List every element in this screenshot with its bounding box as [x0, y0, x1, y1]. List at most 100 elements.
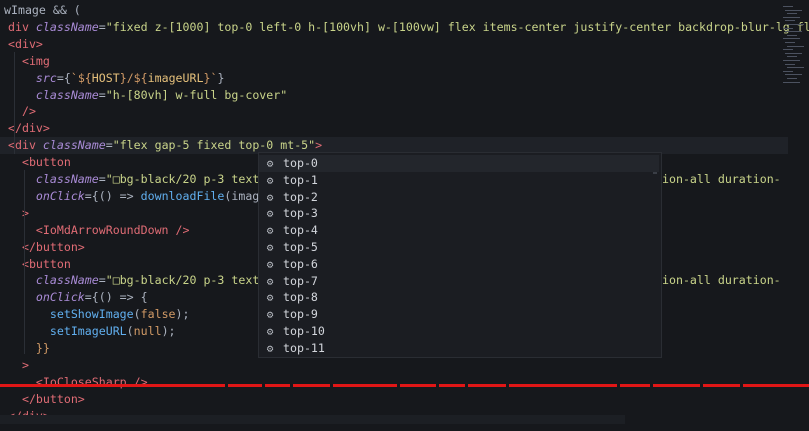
code-token: className: [42, 138, 106, 153]
gear-icon: ⚙: [266, 224, 274, 238]
code-line[interactable]: <div>: [0, 36, 43, 53]
autocomplete-item[interactable]: ⚙ top-0: [259, 155, 659, 172]
code-line[interactable]: setShowImage(false);: [0, 306, 190, 323]
code-token: (: [133, 307, 141, 322]
code-token: );: [161, 324, 176, 339]
code-line[interactable]: <IoMdArrowRoundDown />: [0, 222, 190, 239]
progress-line: [0, 384, 809, 387]
progress-line-gap: [330, 384, 333, 387]
code-token: ={() =>: [84, 188, 141, 203]
code-token: );: [175, 307, 190, 322]
minimap-line: [783, 60, 800, 61]
minimap-line: [787, 45, 804, 47]
minimap-line: [787, 13, 797, 15]
code-token: className: [8, 172, 99, 186]
gear-icon: ⚙: [266, 190, 274, 204]
autocomplete-label: top-1: [283, 172, 318, 187]
code-token: =: [105, 138, 113, 153]
code-line[interactable]: className="□bg-black/20 p-3 text: [0, 171, 259, 188]
code-token: }/${: [119, 70, 148, 85]
code-line[interactable]: <button: [0, 256, 71, 273]
indent-guide: [14, 52, 15, 154]
autocomplete-item[interactable]: ⚙ top-8: [259, 289, 659, 306]
autocomplete-item[interactable]: ⚙ top-5: [259, 239, 659, 256]
code-token: onClick: [8, 290, 85, 305]
code-token: "h-[80vh] w-full bg-cover": [105, 87, 288, 102]
code-token: />: [8, 104, 36, 119]
code-line[interactable]: >: [0, 357, 29, 374]
code-line[interactable]: onClick={() => {: [0, 289, 148, 306]
autocomplete-item[interactable]: ⚙ top-4: [259, 222, 659, 239]
progress-line-gap: [225, 384, 228, 387]
code-line-overflow: ion-all duration-: [662, 273, 781, 288]
code-token: <button: [8, 256, 71, 271]
minimap-line: [783, 70, 793, 72]
autocomplete-label: top-9: [283, 307, 318, 322]
minimap-line: [785, 20, 795, 22]
minimap-line: [787, 24, 804, 25]
autocomplete-item[interactable]: ⚙ top-11: [259, 340, 659, 357]
code-token: (: [126, 324, 134, 339]
code-token: >: [315, 138, 323, 153]
minimap-line: [783, 49, 793, 51]
code-token: setImageURL: [8, 324, 127, 339]
autocomplete-item[interactable]: ⚙ top-6: [259, 256, 659, 273]
minimap[interactable]: [779, 0, 809, 90]
code-line[interactable]: <IoCloseSharp />: [0, 374, 148, 391]
progress-line-gap: [436, 384, 439, 387]
code-token: "flex gap-5 fixed top-0 mt-5": [112, 138, 316, 153]
code-token: false: [140, 307, 176, 322]
minimap-line: [787, 78, 797, 79]
code-line[interactable]: onClick={() => downloadFile(image: [0, 188, 266, 205]
code-token: imageURL: [147, 70, 204, 85]
code-token: }: [217, 70, 225, 85]
gear-icon: ⚙: [266, 157, 274, 170]
autocomplete-item[interactable]: ⚙ top-7: [259, 273, 659, 290]
code-line[interactable]: div className="fixed z-[1000] top-0 left…: [0, 19, 809, 36]
code-token: </button>: [8, 239, 85, 254]
autocomplete-item[interactable]: ⚙ top-9: [259, 306, 659, 323]
code-line[interactable]: </button>: [0, 391, 85, 408]
code-token: ={() => {: [84, 290, 148, 305]
code-token: =: [98, 273, 106, 288]
autocomplete-item[interactable]: ⚙ top-10: [259, 323, 659, 340]
progress-line-gap: [740, 384, 743, 387]
code-line[interactable]: className="□bg-black/20 p-3 text: [0, 272, 259, 289]
minimap-line: [787, 67, 804, 69]
code-token: src: [8, 70, 57, 85]
code-line[interactable]: wImage && (: [0, 2, 81, 19]
code-line[interactable]: </button>: [0, 239, 85, 256]
code-token: null: [133, 324, 162, 339]
code-line[interactable]: src={`${HOST}/${imageURL}`}: [0, 70, 225, 87]
minimap-line: [787, 34, 797, 36]
code-token: className: [8, 273, 99, 288]
code-token: setShowImage: [8, 307, 134, 322]
code-token: className: [8, 87, 99, 102]
code-token: <IoMdArrowRoundDown />: [8, 222, 190, 237]
progress-line-gap: [506, 384, 509, 387]
indent-guide: [24, 272, 25, 354]
autocomplete-label: top-3: [283, 206, 318, 221]
autocomplete-popup[interactable]: ⚙ top-0 ⚙ top-1 ⚙ top-2 ⚙ top-3 ⚙ top-4 ⚙ top-5 ⚙ top…: [258, 152, 662, 358]
autocomplete-label: top-4: [283, 223, 318, 238]
code-line[interactable]: setImageURL(null);: [0, 323, 176, 340]
code-line[interactable]: <button: [0, 154, 71, 171]
code-token: =: [98, 172, 106, 186]
gear-icon: ⚙: [266, 274, 274, 288]
code-token: HOST: [91, 70, 120, 85]
code-line[interactable]: </div>: [0, 120, 50, 137]
code-line[interactable]: <img: [0, 53, 50, 70]
minimap-line: [785, 9, 802, 11]
code-token: className: [35, 19, 99, 34]
horizontal-scrollbar[interactable]: [0, 415, 625, 424]
autocomplete-item[interactable]: ⚙ top-2: [259, 189, 659, 206]
gear-icon: ⚙: [266, 325, 274, 338]
code-token: }`: [203, 70, 218, 85]
code-line[interactable]: className="h-[80vh] w-full bg-cover": [0, 87, 287, 104]
indent-guide: [24, 170, 25, 288]
code-line[interactable]: />: [0, 103, 36, 120]
autocomplete-label: top-0: [283, 156, 318, 170]
autocomplete-item[interactable]: ⚙ top-1: [259, 172, 659, 189]
minimap-line: [787, 56, 797, 58]
autocomplete-item[interactable]: ⚙ top-3: [259, 205, 659, 222]
